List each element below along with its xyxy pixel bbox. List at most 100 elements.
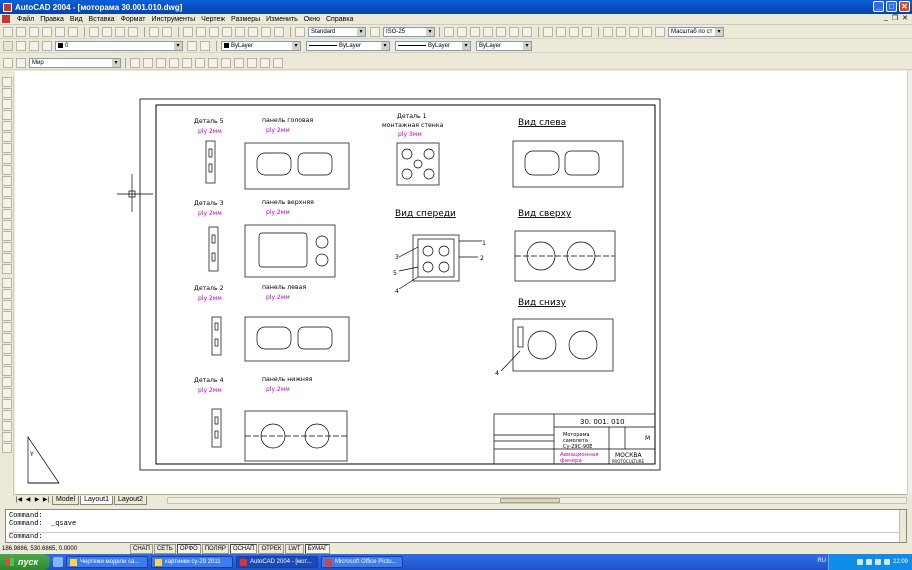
- tray-icon[interactable]: [874, 559, 881, 565]
- publish-icon[interactable]: [68, 27, 78, 37]
- viewport-single-icon[interactable]: [556, 27, 566, 37]
- lwt-toggle[interactable]: LWT: [285, 544, 304, 554]
- paste-icon[interactable]: [115, 27, 125, 37]
- tab-last-icon[interactable]: ▶|: [42, 496, 50, 504]
- rotate-icon[interactable]: [2, 344, 12, 354]
- pan-icon[interactable]: [183, 27, 193, 37]
- spline-icon[interactable]: [2, 165, 12, 175]
- ellipse-icon[interactable]: [2, 176, 12, 186]
- new-icon[interactable]: [3, 27, 13, 37]
- ucs-face-icon[interactable]: [156, 57, 166, 68]
- menu-help[interactable]: Справка: [323, 14, 356, 25]
- otrack-toggle[interactable]: ОТРЕК: [258, 544, 285, 554]
- task-folder-models[interactable]: Чертежи модели са...: [66, 556, 148, 568]
- circle-icon[interactable]: [2, 143, 12, 153]
- grid-toggle[interactable]: СЕТЬ: [153, 544, 176, 554]
- help-icon[interactable]: [274, 27, 284, 37]
- match-properties-icon[interactable]: [128, 27, 138, 37]
- viewport-clip-icon[interactable]: [582, 27, 592, 37]
- menu-tools[interactable]: Инструменты: [148, 14, 198, 25]
- task-autocad[interactable]: AutoCAD 2004 - [мот...: [236, 556, 318, 568]
- color-select[interactable]: ByLayer: [221, 41, 301, 51]
- stretch-icon[interactable]: [2, 366, 12, 376]
- scale-icon[interactable]: [2, 355, 12, 365]
- command-scrollbar[interactable]: [899, 510, 906, 542]
- hatch-icon[interactable]: [2, 231, 12, 241]
- erase-icon[interactable]: [2, 278, 12, 288]
- task-folder-pictures[interactable]: картинки су-29 2011: [151, 556, 233, 568]
- multiline-text-icon[interactable]: [2, 264, 12, 274]
- chamfer-icon[interactable]: [2, 421, 12, 431]
- ucs-icon[interactable]: [3, 57, 13, 68]
- explode-icon[interactable]: [2, 443, 12, 453]
- zoom-object-icon[interactable]: [522, 27, 532, 37]
- zoom-realtime-icon[interactable]: [196, 27, 206, 37]
- doc-restore-icon[interactable]: ❐: [892, 14, 898, 22]
- ucs-select[interactable]: Мир: [29, 57, 121, 68]
- ucs-object-icon[interactable]: [169, 57, 179, 68]
- task-picture-manager[interactable]: Microsoft Office Pictu...: [321, 556, 403, 568]
- vertical-scrollbar[interactable]: [907, 71, 912, 494]
- redo-icon[interactable]: [162, 27, 172, 37]
- construction-line-icon[interactable]: [2, 88, 12, 98]
- ucs-apply-icon[interactable]: [273, 57, 283, 68]
- properties-icon[interactable]: [235, 27, 245, 37]
- quicklaunch-icon[interactable]: [53, 557, 63, 567]
- layout-icon[interactable]: [603, 27, 613, 37]
- dim-style-icon[interactable]: [370, 27, 380, 37]
- linetype-select[interactable]: ByLayer: [306, 41, 390, 51]
- command-window[interactable]: Command: Command: _qsave Command:: [5, 509, 907, 543]
- copy-icon[interactable]: [102, 27, 112, 37]
- ortho-toggle[interactable]: ОРФО: [176, 544, 201, 554]
- tab-model[interactable]: Model: [52, 495, 80, 505]
- open-icon[interactable]: [16, 27, 26, 37]
- horizontal-scrollbar[interactable]: [166, 496, 907, 504]
- undo-icon[interactable]: [149, 27, 159, 37]
- ucs-manager-icon[interactable]: [16, 57, 26, 68]
- viewport-scale-select[interactable]: Масштаб по ст: [668, 27, 724, 37]
- menu-edit[interactable]: Правка: [37, 14, 67, 25]
- point-icon[interactable]: [2, 220, 12, 230]
- zoom-scale-icon[interactable]: [496, 27, 506, 37]
- menu-modify[interactable]: Изменить: [263, 14, 301, 25]
- ucs-previous-icon[interactable]: [143, 57, 153, 68]
- viewports-dialog-icon[interactable]: [655, 27, 665, 37]
- text-style-icon[interactable]: [295, 27, 305, 37]
- array-icon[interactable]: [2, 322, 12, 332]
- menu-insert[interactable]: Вставка: [86, 14, 118, 25]
- ucs-zaxis-icon[interactable]: [208, 57, 218, 68]
- doc-minimize-icon[interactable]: _: [884, 14, 888, 22]
- dim-style-select[interactable]: ISO-25: [383, 27, 435, 37]
- menu-file[interactable]: Файл: [14, 14, 37, 25]
- tray-icon[interactable]: [856, 559, 863, 565]
- ucs-origin-icon[interactable]: [195, 57, 205, 68]
- zoom-out-icon[interactable]: [457, 27, 467, 37]
- revision-cloud-icon[interactable]: [2, 154, 12, 164]
- ucs-world-icon[interactable]: [130, 57, 140, 68]
- layer-select[interactable]: 0: [55, 41, 183, 51]
- join-icon[interactable]: [2, 410, 12, 420]
- layout-wizard-icon[interactable]: [616, 27, 626, 37]
- mirror-icon[interactable]: [2, 300, 12, 310]
- page-setup-icon[interactable]: [629, 27, 639, 37]
- menu-window[interactable]: Окно: [301, 14, 323, 25]
- trim-icon[interactable]: [2, 377, 12, 387]
- tool-palettes-icon[interactable]: [261, 27, 271, 37]
- plot-style-select[interactable]: ByLayer: [476, 41, 532, 51]
- design-center-icon[interactable]: [248, 27, 258, 37]
- start-button[interactable]: пуск: [0, 554, 50, 570]
- arc-icon[interactable]: [2, 132, 12, 142]
- insert-block-icon[interactable]: [2, 198, 12, 208]
- ellipse-arc-icon[interactable]: [2, 187, 12, 197]
- zoom-center-icon[interactable]: [509, 27, 519, 37]
- ucs-3point-icon[interactable]: [221, 57, 231, 68]
- viewport-polygon-icon[interactable]: [569, 27, 579, 37]
- snap-toggle[interactable]: СНАП: [130, 544, 153, 554]
- polygon-icon[interactable]: [2, 110, 12, 120]
- make-block-icon[interactable]: [2, 209, 12, 219]
- tab-layout2[interactable]: Layout2: [114, 495, 147, 505]
- document-icon[interactable]: [2, 15, 10, 23]
- tab-first-icon[interactable]: |◀: [15, 496, 23, 504]
- plot-style-icon[interactable]: [642, 27, 652, 37]
- polar-toggle[interactable]: ПОЛЯР: [201, 544, 229, 554]
